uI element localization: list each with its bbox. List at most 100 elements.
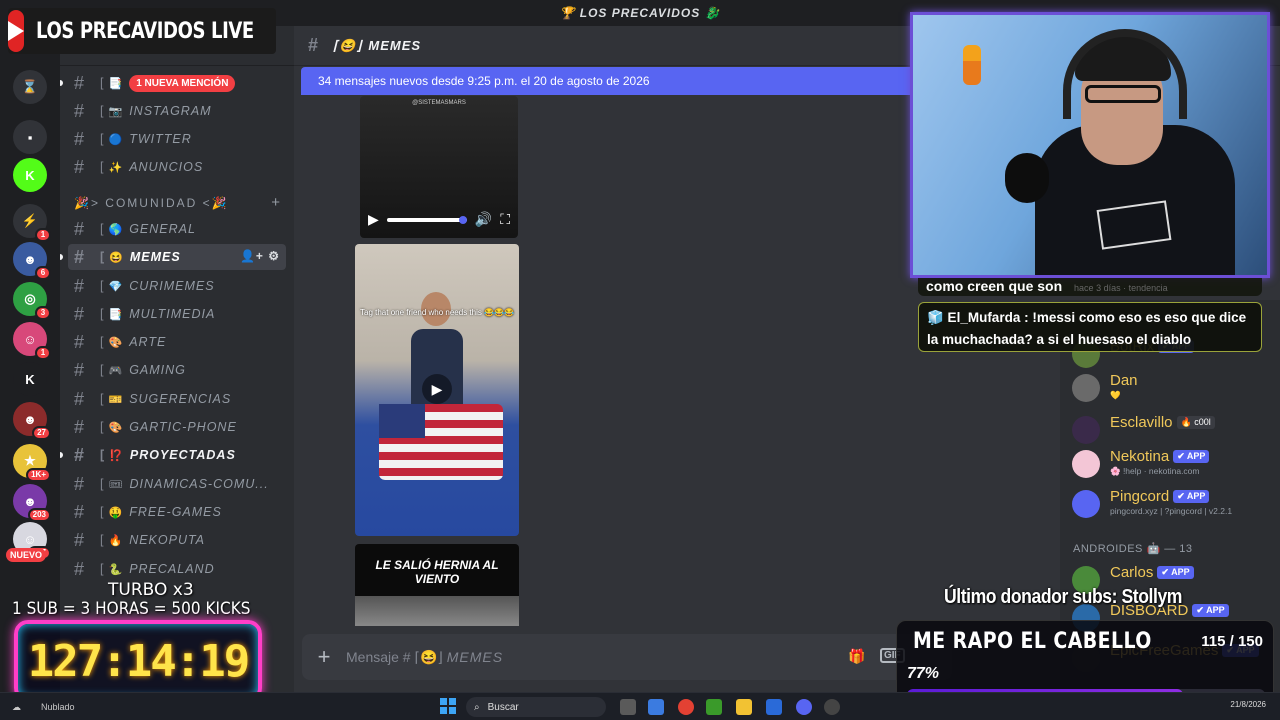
- server-server-red-icon[interactable]: ☻ 27: [13, 402, 51, 440]
- channel-multimedia[interactable]: # [📑 MULTIMEDIA: [68, 301, 286, 327]
- chrome-icon[interactable]: [678, 699, 694, 715]
- member-dan[interactable]: Dan 💛: [1072, 370, 1272, 406]
- video-attachment-1[interactable]: @SISTEMASMARS ▶ 🔊 ⛶: [360, 96, 518, 238]
- member-pingcord[interactable]: Pingcord ✔ APP pingcord.xyz | ?pingcord | …: [1072, 486, 1272, 522]
- server-badge: 1K+: [26, 468, 51, 482]
- category-comunidad[interactable]: 🎉> COMUNIDAD <🎉: [74, 196, 229, 210]
- channel-twitter[interactable]: # [🔵 TWITTER: [68, 126, 286, 152]
- channel-gaming[interactable]: # [🎮 GAMING: [68, 357, 286, 383]
- channel-label: INSTAGRAM: [129, 104, 212, 118]
- obs-icon[interactable]: [824, 699, 840, 715]
- hash-icon: #: [74, 331, 86, 352]
- channel-memes[interactable]: # [😆 MEMES 👤+ ⚙: [68, 244, 286, 270]
- taskbar-search[interactable]: ⌕ Buscar: [466, 697, 606, 717]
- server-server-gold-icon[interactable]: ⚡ 1: [13, 204, 51, 242]
- channel-nekoputa[interactable]: # [🔥 NEKOPUTA: [68, 527, 286, 553]
- fullscreen-icon[interactable]: ⛶: [500, 211, 510, 228]
- server-dm-hourglass-icon[interactable]: ⌛: [13, 70, 47, 104]
- hash-icon: #: [74, 529, 86, 550]
- channel-announcements-top[interactable]: # [📑 1 NUEVA MENCIÓN: [68, 70, 286, 96]
- channel-bracket: [: [100, 104, 105, 118]
- file-explorer-icon[interactable]: [736, 699, 752, 715]
- composer-placeholder[interactable]: Mensaje # ⌈😆⌋ MEMES: [346, 649, 503, 666]
- upload-plus-icon[interactable]: +: [302, 644, 346, 670]
- member-esclavillo[interactable]: Esclavillo 🔥 c00l: [1072, 412, 1272, 448]
- channel-proyectadas[interactable]: # [⁉️ PROYECTADAS: [68, 442, 286, 468]
- goal-percent: 77%: [907, 665, 940, 682]
- member-nekotina[interactable]: Nekotina ✔ APP 🌸 !help · nekotina.com: [1072, 446, 1272, 482]
- volume-icon[interactable]: 🔊: [475, 211, 492, 228]
- server-server-kick2-icon[interactable]: K: [13, 362, 47, 396]
- hash-icon: #: [74, 218, 86, 239]
- add-channel-icon[interactable]: +: [271, 194, 280, 211]
- channel-settings-icon[interactable]: 👤+ ⚙: [240, 249, 280, 263]
- task-view-icon[interactable]: [620, 699, 636, 715]
- channel-label: GENERAL: [129, 222, 196, 236]
- new-messages-banner[interactable]: 34 mensajes nuevos desde 9:25 p.m. el 20…: [301, 67, 921, 95]
- channel-label: ARTE: [129, 335, 167, 349]
- channel-emoji: 😆: [109, 251, 124, 264]
- channel-precaland[interactable]: # [🐍 PRECALAND: [68, 556, 286, 582]
- video-attachment-2[interactable]: Tag that one friend who needs this 😂😂😂 ▶: [355, 244, 519, 536]
- discord-icon[interactable]: [796, 699, 812, 715]
- server-server-anime-icon[interactable]: ☻ 6: [13, 242, 51, 280]
- composer-channel: MEMES: [446, 648, 504, 665]
- channel-header-emoji: 😆: [339, 37, 357, 53]
- hash-icon: #: [74, 275, 86, 296]
- video-attachment-3[interactable]: LE SALIÓ HERNIA AL VIENTO: [355, 544, 519, 626]
- channel-free-games[interactable]: # [🤑 FREE-GAMES: [68, 499, 286, 525]
- channel-curimemes[interactable]: # [💎 CURIMEMES: [68, 273, 286, 299]
- hash-icon: #: [74, 388, 86, 409]
- weather-widget[interactable]: ☁ Nublado: [12, 702, 75, 713]
- channel-bracket: [: [100, 76, 105, 90]
- video-caption: Tag that one friend who needs this 😂😂😂: [360, 308, 514, 317]
- hash-icon: #: [74, 359, 86, 380]
- new-badge: NUEVO: [6, 548, 47, 562]
- channel-arte[interactable]: # [🎨 ARTE: [68, 329, 286, 355]
- member-name: Pingcord ✔ APP: [1110, 488, 1210, 505]
- server-server-pink-icon[interactable]: ☺ 1: [13, 322, 51, 360]
- member-status: 🌸 !help · nekotina.com: [1110, 466, 1200, 476]
- play-icon[interactable]: ▶: [368, 211, 379, 228]
- video-watermark: @SISTEMASMARS: [412, 100, 466, 106]
- server-folder-icon[interactable]: ▪: [13, 120, 47, 154]
- headset: [1063, 29, 1187, 119]
- channel-label: CURIMEMES: [129, 279, 215, 293]
- server-kick-icon[interactable]: K: [13, 158, 47, 192]
- last-donor: Último donador subs: Stollym: [944, 586, 1182, 608]
- hash-icon: #: [74, 128, 86, 149]
- channel-emoji: 🎫: [108, 393, 124, 406]
- channel-emoji: ⁉️: [109, 449, 124, 462]
- gift-icon[interactable]: 🎁: [848, 648, 865, 665]
- mention-pill[interactable]: 1 NUEVA MENCIÓN: [129, 74, 236, 92]
- timer-frame: 127:14:19: [14, 620, 262, 702]
- volume-slider[interactable]: [386, 215, 467, 224]
- channel-bracket: [: [100, 505, 105, 519]
- message-composer[interactable]: + Mensaje # ⌈😆⌋ MEMES 🎁 GIF: [302, 634, 952, 680]
- channel-emoji: ✨: [108, 161, 124, 174]
- minecraft-icon[interactable]: [706, 699, 722, 715]
- channel-gartic-phone[interactable]: # [🎨 GARTIC-PHONE: [68, 414, 286, 440]
- store-icon[interactable]: [766, 699, 782, 715]
- windows-start-icon[interactable]: [440, 698, 456, 714]
- channel-anuncios[interactable]: # [✨ ANUNCIOS: [68, 154, 286, 180]
- channel-sugerencias[interactable]: # [🎫 SUGERENCIAS: [68, 386, 286, 412]
- member-section-header: ANDROIDES 🤖 — 13: [1073, 543, 1193, 555]
- server-server-yellow-icon[interactable]: ★ 1K+: [13, 444, 51, 482]
- server-server-purple-icon[interactable]: ☻ 203: [13, 484, 51, 522]
- channel-label: GARTIC-PHONE: [129, 420, 237, 434]
- channel-emoji: 🎟: [108, 478, 124, 491]
- stream-badge: LOS PRECAVIDOS LIVE: [8, 8, 276, 54]
- server-server-green-icon[interactable]: ◎ 3: [13, 282, 51, 320]
- channel-bracket: [: [100, 335, 105, 349]
- channel-instagram[interactable]: # [📷 INSTAGRAM: [68, 98, 286, 124]
- channel-label: PROYECTADAS: [129, 448, 236, 462]
- channel-dinamicas-comu[interactable]: # [🎟 DINAMICAS-COMU...: [68, 471, 286, 497]
- channel-general[interactable]: # [🌎 GENERAL: [68, 216, 286, 242]
- video-flag: [379, 404, 503, 480]
- member-tag: ✔ APP: [1157, 566, 1194, 579]
- stream-chat-ghost: hace 3 días · tendencia: [1074, 283, 1168, 293]
- figurine: [963, 45, 981, 85]
- play-icon[interactable]: ▶: [422, 374, 452, 404]
- copilot-icon[interactable]: [648, 699, 664, 715]
